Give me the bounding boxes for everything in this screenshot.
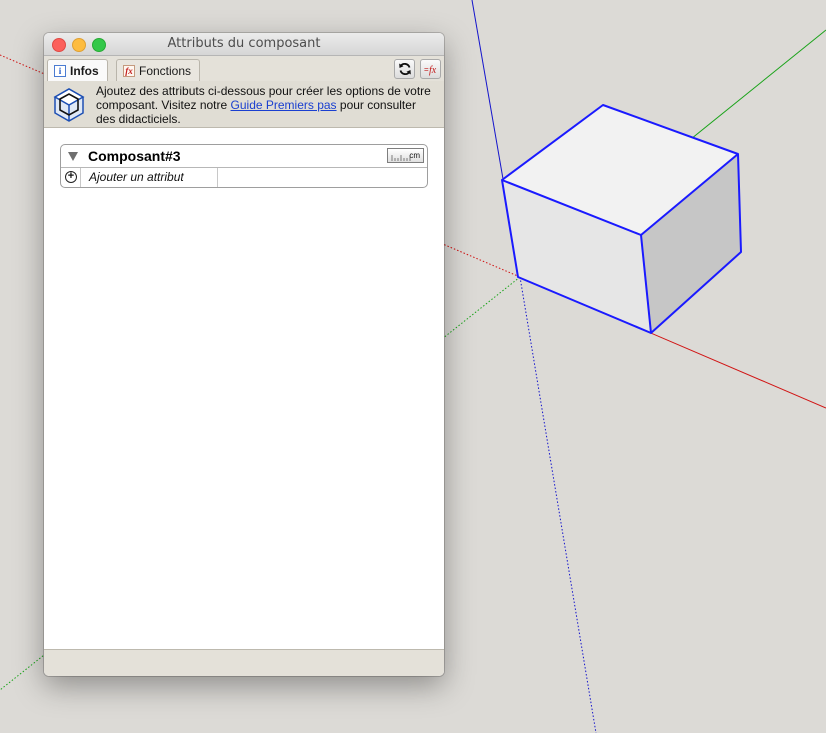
toggle-formula-button[interactable]: = fx	[420, 59, 441, 79]
refresh-button[interactable]	[394, 59, 415, 79]
component-header: Composant#3 cm	[61, 145, 427, 168]
collapse-triangle-icon[interactable]	[68, 152, 78, 161]
tab-fonctions-label: Fonctions	[139, 63, 192, 78]
getting-started-link[interactable]: Guide Premiers pas	[231, 98, 337, 112]
fx-formula-icon: = fx	[424, 65, 437, 76]
info-text: Ajoutez des attributs ci-dessous pour cr…	[96, 84, 436, 126]
svg-text:fx: fx	[429, 65, 437, 76]
tab-infos[interactable]: i Infos	[47, 59, 108, 82]
attributes-panel: Composant#3 cm + Ajouter un attribut	[44, 128, 444, 649]
window-title: Attributs du composant	[167, 36, 321, 51]
fx-icon: fx	[123, 64, 135, 77]
component-cube-icon	[53, 88, 85, 122]
component-attributes-window[interactable]: Attributs du composant i Infos fx Foncti…	[44, 33, 444, 676]
window-status-bar	[44, 649, 444, 676]
ruler-icon	[391, 155, 411, 161]
selected-cube-component[interactable]	[501, 104, 742, 334]
row-divider	[80, 168, 81, 187]
tab-bar: i Infos fx Fonctions = fx	[44, 56, 444, 82]
info-banner: Ajoutez des attributs ci-dessous pour cr…	[44, 81, 444, 128]
add-attribute-row[interactable]: + Ajouter un attribut	[61, 168, 427, 187]
refresh-icon	[398, 62, 411, 76]
component-attribute-table: Composant#3 cm + Ajouter un attribut	[60, 144, 428, 188]
tab-fonctions[interactable]: fx Fonctions	[116, 59, 200, 81]
info-icon: i	[54, 65, 66, 77]
tab-infos-label: Infos	[70, 64, 99, 78]
units-selector[interactable]: cm	[387, 148, 424, 163]
component-name[interactable]: Composant#3	[88, 148, 181, 164]
column-divider	[217, 168, 218, 187]
add-attribute-label[interactable]: Ajouter un attribut	[89, 170, 184, 184]
blue-axis-dashed	[519, 276, 597, 733]
add-circle-icon[interactable]: +	[65, 171, 77, 183]
window-titlebar[interactable]: Attributs du composant	[44, 33, 444, 56]
